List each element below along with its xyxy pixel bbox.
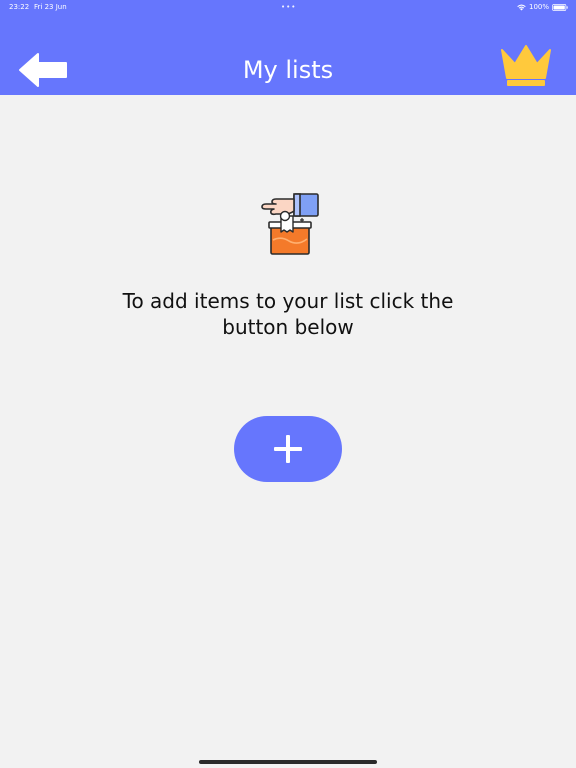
battery-icon	[552, 3, 568, 11]
crown-icon	[501, 45, 551, 86]
plus-icon	[274, 435, 302, 463]
wifi-icon	[517, 4, 526, 10]
header-bar: 23:22 Fri 23 Jun ••• 100% My lists	[0, 0, 576, 95]
battery-percentage: 100%	[528, 3, 549, 11]
page-title: My lists	[242, 56, 334, 84]
add-item-button[interactable]	[234, 416, 342, 482]
premium-button[interactable]	[498, 44, 554, 88]
empty-list-message: To add items to your list click the butt…	[122, 289, 454, 339]
empty-list-illustration	[254, 192, 324, 258]
status-time: 23:22	[9, 3, 30, 11]
status-date: Fri 23 Jun	[34, 3, 67, 11]
multitasking-dots[interactable]: •••	[281, 0, 296, 14]
status-bar: 23:22 Fri 23 Jun ••• 100%	[0, 0, 576, 14]
back-button[interactable]	[18, 52, 68, 88]
arrow-left-icon	[19, 53, 67, 87]
my-lists-screen: 23:22 Fri 23 Jun ••• 100% My lists To ad…	[0, 0, 576, 768]
status-indicators: 100%	[517, 0, 568, 14]
home-indicator[interactable]	[199, 760, 377, 764]
